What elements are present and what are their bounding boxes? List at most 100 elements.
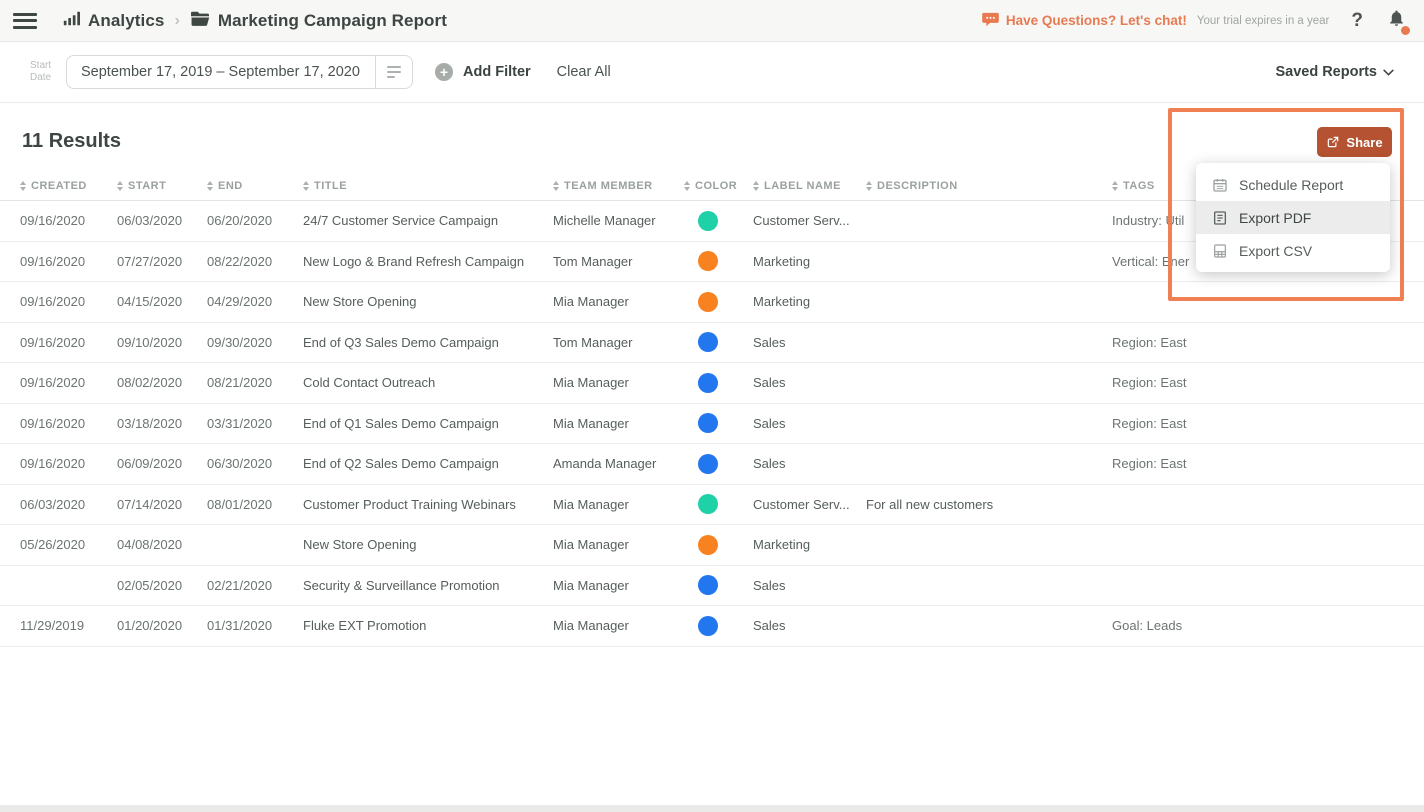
folder-icon xyxy=(190,9,210,32)
cell-color xyxy=(684,494,753,515)
cell-title: 24/7 Customer Service Campaign xyxy=(303,213,499,229)
menu-item-export-pdf[interactable]: Export PDF xyxy=(1196,201,1390,234)
color-dot xyxy=(698,453,718,474)
cell-team-member: Mia Manager xyxy=(553,496,629,512)
cell-color xyxy=(684,291,753,312)
cell-label-name: Sales xyxy=(753,415,786,431)
add-filter-button[interactable]: + Add Filter xyxy=(435,63,531,81)
hamburger-menu-icon[interactable] xyxy=(12,11,38,31)
saved-reports-label: Saved Reports xyxy=(1275,64,1377,80)
cell-created: 09/16/2020 xyxy=(20,415,86,431)
cell-end: 06/20/2020 xyxy=(207,213,273,229)
color-dot xyxy=(698,251,718,272)
cell-end: 08/21/2020 xyxy=(207,375,273,391)
cell-end: 09/30/2020 xyxy=(207,334,273,350)
cell-label-name: Customer Serv... xyxy=(753,213,850,229)
share-button[interactable]: Share xyxy=(1317,127,1392,157)
table-row[interactable]: 02/05/2020 02/21/2020 Security & Surveil… xyxy=(0,566,1424,606)
table-row[interactable]: 05/26/2020 04/08/2020 New Store Opening … xyxy=(0,525,1424,566)
column-header[interactable]: Description xyxy=(866,180,1112,192)
cell-team-member: Mia Manager xyxy=(553,618,629,634)
color-dot xyxy=(698,494,718,515)
trial-expiry-text: Your trial expires in a year xyxy=(1196,14,1330,27)
menu-item-schedule-report[interactable]: Schedule Report xyxy=(1196,168,1390,201)
cell-team-member: Tom Manager xyxy=(553,253,633,269)
chevron-down-icon xyxy=(1383,69,1394,76)
column-label: End xyxy=(218,179,243,192)
table-row[interactable]: 09/16/2020 09/10/2020 09/30/2020 End of … xyxy=(0,323,1424,363)
help-icon[interactable]: ? xyxy=(1351,10,1363,32)
column-header[interactable]: Team Member xyxy=(553,180,684,192)
cell-start: 02/05/2020 xyxy=(117,577,183,593)
document-pdf-icon xyxy=(1214,210,1226,225)
column-header[interactable]: End xyxy=(207,180,303,192)
column-label: Description xyxy=(877,179,958,192)
top-bar: Analytics › Marketing Campaign Report Ha… xyxy=(0,0,1424,42)
cell-end: 06/30/2020 xyxy=(207,456,273,472)
sort-icon xyxy=(684,180,690,191)
cell-description: For all new customers xyxy=(866,496,994,512)
cell-color xyxy=(684,453,753,474)
breadcrumb-app[interactable]: Analytics xyxy=(88,11,165,31)
color-dot xyxy=(698,210,718,231)
cell-color xyxy=(684,332,753,353)
cell-team-member: Michelle Manager xyxy=(553,213,656,229)
cell-label-name: Marketing xyxy=(753,537,811,553)
table-row[interactable]: 06/03/2020 07/14/2020 08/01/2020 Custome… xyxy=(0,485,1424,525)
menu-item-export-csv[interactable]: Export CSV xyxy=(1196,234,1390,267)
chat-link-label: Have Questions? Let's chat! xyxy=(1005,13,1187,28)
column-header[interactable]: Title xyxy=(303,180,553,192)
table-row[interactable]: 09/16/2020 08/02/2020 08/21/2020 Cold Co… xyxy=(0,363,1424,404)
date-filter-options-button[interactable] xyxy=(375,56,412,88)
cell-label-name: Sales xyxy=(753,618,786,634)
column-label: Color xyxy=(695,179,738,192)
cell-label-name: Marketing xyxy=(753,294,811,310)
cell-tags: Region: East xyxy=(1112,334,1187,350)
plus-circle-icon: + xyxy=(435,63,453,81)
cell-start: 09/10/2020 xyxy=(117,334,183,350)
column-header[interactable]: Created xyxy=(20,180,117,192)
chat-bubble-icon xyxy=(982,12,999,30)
share-icon xyxy=(1328,136,1339,148)
notifications-bell-icon[interactable] xyxy=(1387,8,1410,35)
cell-created: 09/16/2020 xyxy=(20,294,86,310)
share-button-label: Share xyxy=(1346,134,1383,150)
chat-link[interactable]: Have Questions? Let's chat! xyxy=(982,12,1187,30)
chevron-right-icon: › xyxy=(174,11,180,29)
color-dot xyxy=(698,332,718,353)
column-label: Team Member xyxy=(564,179,653,192)
sort-icon xyxy=(20,180,26,191)
results-count-heading: 11 Results xyxy=(22,130,121,152)
menu-item-label: Schedule Report xyxy=(1239,176,1344,193)
spreadsheet-csv-icon xyxy=(1214,243,1226,258)
cell-title: End of Q3 Sales Demo Campaign xyxy=(303,334,499,350)
cell-title: New Logo & Brand Refresh Campaign xyxy=(303,253,525,269)
clear-all-button[interactable]: Clear All xyxy=(557,64,611,80)
window-bottom-edge xyxy=(0,805,1424,812)
cell-team-member: Mia Manager xyxy=(553,294,629,310)
table-row[interactable]: 09/16/2020 04/15/2020 04/29/2020 New Sto… xyxy=(0,282,1424,323)
sort-icon xyxy=(553,180,559,191)
column-header[interactable]: Color xyxy=(684,180,753,192)
cell-created: 05/26/2020 xyxy=(20,537,86,553)
table-row[interactable]: 09/16/2020 06/09/2020 06/30/2020 End of … xyxy=(0,444,1424,485)
cell-title: New Store Opening xyxy=(303,294,417,310)
saved-reports-dropdown[interactable]: Saved Reports xyxy=(1275,64,1394,80)
notification-badge xyxy=(1401,26,1410,35)
cell-start: 06/09/2020 xyxy=(117,456,183,472)
cell-created: 09/16/2020 xyxy=(20,456,86,472)
cell-team-member: Tom Manager xyxy=(553,334,633,350)
table-row[interactable]: 09/16/2020 03/18/2020 03/31/2020 End of … xyxy=(0,404,1424,444)
color-dot xyxy=(698,615,718,636)
cell-title: Fluke EXT Promotion xyxy=(303,618,427,634)
cell-start: 07/14/2020 xyxy=(117,496,183,512)
sort-icon xyxy=(207,180,213,191)
cell-color xyxy=(684,251,753,272)
table-row[interactable]: 11/29/2019 01/20/2020 01/31/2020 Fluke E… xyxy=(0,606,1424,647)
column-header[interactable]: Label Name xyxy=(753,180,866,192)
menu-item-label: Export PDF xyxy=(1239,209,1312,226)
column-header[interactable]: Start xyxy=(117,180,207,192)
cell-title: New Store Opening xyxy=(303,537,417,553)
filter-lines-icon xyxy=(387,66,401,78)
date-range-input[interactable]: September 17, 2019 – September 17, 2020 xyxy=(67,56,375,88)
